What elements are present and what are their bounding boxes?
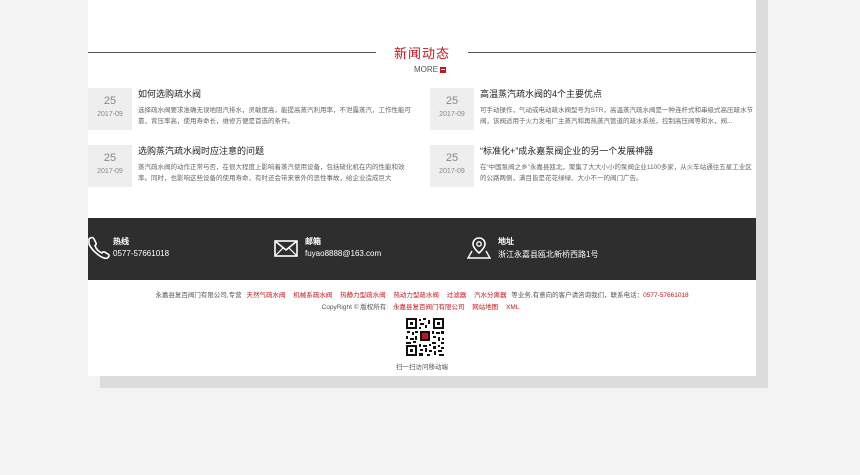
news-date: 25 2017-09 (430, 88, 474, 130)
address-label: 地址 (498, 237, 514, 246)
news-day: 25 (445, 95, 459, 107)
news-item[interactable]: 25 2017-09 “标准化+”成永嘉泵阀企业的另一个发展神器 在“中国泵阀之… (430, 145, 756, 191)
footer-link[interactable]: 天然气疏水阀 (246, 292, 285, 299)
news-desc: 在“中国泵阀之乡”永嘉县瓯北，聚集了大大小小的泵阀企业1100多家，从火车站通往… (480, 164, 752, 182)
footer-phone: 0577-57661018 (643, 292, 689, 299)
news-item[interactable]: 25 2017-09 选购蒸汽疏水阀时应注意的问题 蒸汽疏水阀的动作正常与否，在… (88, 145, 414, 191)
company-link[interactable]: 永嘉县复百阀门有限公司 (393, 304, 465, 311)
news-title[interactable]: 如何选购疏水阀 (138, 87, 201, 100)
phone-label: 热线 (113, 237, 129, 246)
divider-right (468, 52, 756, 53)
footer-services-line: 永嘉县复百阀门有限公司,专营 天然气疏水阀 机械系疏水阀 热静力型疏水阀 热动力… (88, 289, 756, 299)
footer-link[interactable]: 机械系疏水阀 (293, 292, 332, 299)
news-desc: 蒸汽疏水阀的动作正常与否，在很大程度上影响着蒸汽使用设备，包括硫化机在内的性能和… (138, 164, 405, 182)
news-title[interactable]: “标准化+”成永嘉泵阀企业的另一个发展神器 (480, 144, 653, 157)
contact-phone: 热线 0577-57661018 (88, 234, 238, 266)
phone-icon (88, 236, 110, 260)
footer-copyright-line: CopyRight © 版权所有: 永嘉县复百阀门有限公司 网站地图 XML (88, 301, 756, 311)
news-day: 25 (445, 152, 459, 164)
footer-link[interactable]: 热静力型疏水阀 (340, 292, 386, 299)
news-date: 25 2017-09 (88, 145, 132, 187)
news-year-month: 2017-09 (439, 168, 465, 175)
news-title[interactable]: 选购蒸汽疏水阀时应注意的问题 (138, 144, 264, 157)
footer-prefix: 永嘉县复百阀门有限公司,专营 (155, 292, 242, 299)
news-year-month: 2017-09 (97, 111, 123, 118)
news-day: 25 (103, 152, 117, 164)
address-value: 浙江永嘉县瓯北新桥西路1号 (498, 250, 599, 259)
news-year-month: 2017-09 (439, 111, 465, 118)
divider-left (88, 52, 376, 53)
news-item[interactable]: 25 2017-09 高温蒸汽疏水阀的4个主要优点 可手动操作，气动或电动疏水阀… (430, 88, 756, 134)
footer-link[interactable]: 汽水分离器 (474, 292, 507, 299)
news-day: 25 (103, 95, 117, 107)
footer-suffix: 等业务,有意向的客户请咨询我们，联系电话： (511, 292, 644, 299)
page-container: 新闻动态 MORE 25 2017-09 如何选购疏水阀 选择疏水阀要求准确无误… (88, 0, 756, 376)
qr-caption: 扫一扫访问移动端 (396, 364, 448, 371)
news-desc: 选择疏水阀要求准确无误地阻汽排水，灵敏度高，能提高蒸汽利用率，不泄露蒸汽，工作性… (138, 107, 411, 125)
news-date: 25 2017-09 (430, 145, 474, 187)
qr-code-icon (405, 317, 445, 357)
location-pin-icon (466, 237, 492, 259)
contact-bar: 热线 0577-57661018 邮箱 fuyao8888@163.com 地址… (88, 218, 756, 280)
email-label: 邮箱 (305, 237, 321, 246)
phone-value: 0577-57661018 (113, 249, 170, 258)
footer-link[interactable]: 热动力型疏水阀 (393, 292, 439, 299)
sitemap-link[interactable]: 网站地图 (472, 304, 498, 311)
news-year-month: 2017-09 (97, 168, 123, 175)
news-desc: 可手动操作，气动或电动疏水阀型号为STR，高温蒸汽疏水阀是一种连杆式和串级式高压… (480, 107, 753, 125)
email-value: fuyao8888@163.com (305, 249, 382, 258)
envelope-icon (274, 240, 298, 257)
more-icon[interactable] (440, 66, 446, 73)
more-link[interactable]: MORE (414, 65, 446, 74)
copyright-text: CopyRight © 版权所有: (321, 304, 389, 311)
xml-link[interactable]: XML (506, 304, 519, 311)
section-title: 新闻动态 (393, 46, 450, 61)
footer-link[interactable]: 过滤器 (447, 292, 467, 299)
news-title[interactable]: 高温蒸汽疏水阀的4个主要优点 (480, 87, 602, 100)
contact-address: 地址 浙江永嘉县瓯北新桥西路1号 (466, 234, 666, 266)
more-label[interactable]: MORE (414, 65, 438, 74)
news-section-header: 新闻动态 MORE (88, 38, 756, 78)
contact-email: 邮箱 fuyao8888@163.com (274, 234, 444, 266)
news-date: 25 2017-09 (88, 88, 132, 130)
news-item[interactable]: 25 2017-09 如何选购疏水阀 选择疏水阀要求准确无误地阻汽排水，灵敏度高… (88, 88, 414, 134)
